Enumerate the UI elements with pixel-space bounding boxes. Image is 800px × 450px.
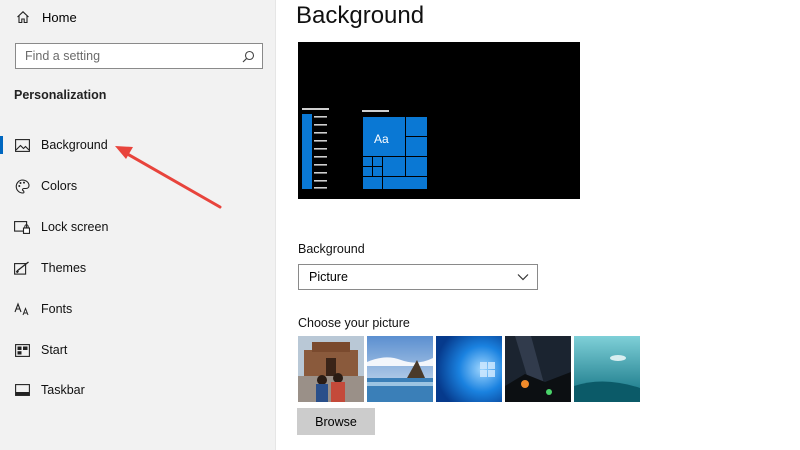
sidebar-item-label: Colors	[41, 179, 78, 193]
brush-icon	[13, 259, 31, 277]
image-icon	[13, 136, 31, 154]
sidebar-item-themes[interactable]: Themes	[0, 254, 276, 282]
sidebar-item-background[interactable]: Background	[0, 131, 276, 159]
search-icon	[242, 50, 255, 62]
start-icon	[13, 341, 31, 359]
palette-icon	[13, 177, 31, 195]
background-type-label: Background	[298, 242, 365, 256]
picture-thumbnail-1[interactable]	[298, 336, 364, 402]
taskbar-icon	[13, 381, 31, 399]
sidebar-item-lock-screen[interactable]: Lock screen	[0, 213, 276, 241]
sidebar-item-fonts[interactable]: Fonts	[0, 295, 276, 323]
choose-picture-label: Choose your picture	[298, 316, 410, 330]
sidebar-item-colors[interactable]: Colors	[0, 172, 276, 200]
home-label: Home	[42, 9, 77, 25]
picture-thumbnail-4[interactable]	[505, 336, 571, 402]
picture-thumbnail-5[interactable]	[574, 336, 640, 402]
section-title: Personalization	[14, 88, 107, 102]
search-box[interactable]: Find a setting	[15, 43, 263, 69]
dropdown-value: Picture	[309, 270, 348, 284]
sidebar-item-start[interactable]: Start	[0, 336, 276, 364]
background-type-dropdown[interactable]: Picture	[298, 264, 538, 290]
sidebar-item-label: Background	[41, 138, 108, 152]
browse-button[interactable]: Browse	[297, 408, 375, 435]
home-icon	[17, 11, 29, 24]
preview-tile-text: Aa	[374, 132, 389, 146]
sidebar-item-label: Themes	[41, 261, 87, 275]
start-menu-preview	[302, 108, 428, 190]
sidebar-item-label: Fonts	[41, 302, 73, 316]
sidebar-item-label: Start	[41, 343, 68, 357]
picture-thumbnail-3[interactable]	[436, 336, 502, 402]
picture-thumbnails	[298, 336, 640, 402]
settings-sidebar: Home Find a setting Personalization Back…	[0, 0, 276, 450]
page-title: Background	[296, 2, 425, 29]
search-placeholder: Find a setting	[25, 49, 101, 63]
home-link[interactable]: Home	[16, 8, 77, 26]
font-icon	[13, 300, 31, 318]
sidebar-item-label: Taskbar	[41, 383, 85, 397]
lock-screen-icon	[13, 218, 31, 236]
picture-thumbnail-2[interactable]	[367, 336, 433, 402]
sidebar-item-taskbar[interactable]: Taskbar	[0, 376, 276, 404]
sidebar-item-label: Lock screen	[41, 220, 109, 234]
chevron-down-icon	[517, 274, 529, 281]
background-preview: Aa	[298, 42, 580, 199]
